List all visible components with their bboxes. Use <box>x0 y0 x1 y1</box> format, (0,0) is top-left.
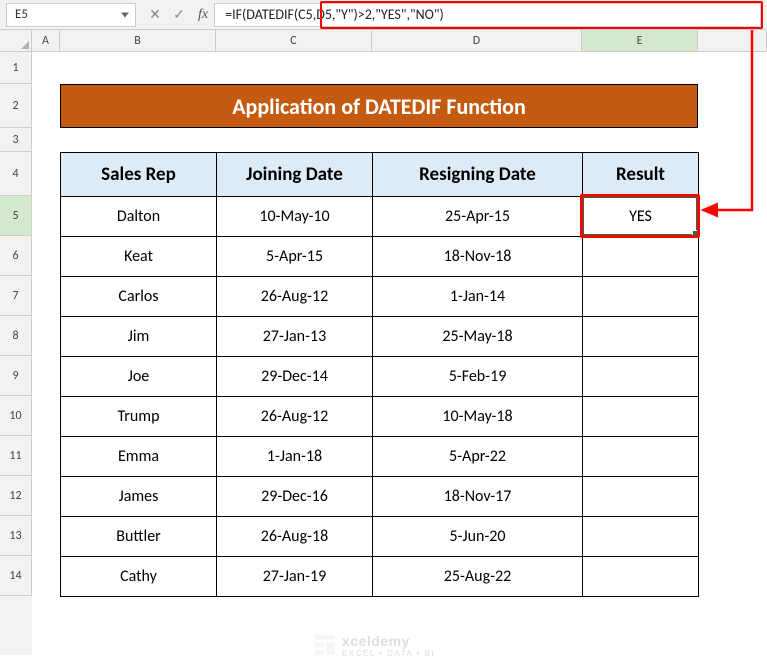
row-header-4[interactable]: 4 <box>0 152 32 196</box>
formula-bar-controls: ✕ ✓ <box>146 6 188 23</box>
row-header-8[interactable]: 8 <box>0 316 32 356</box>
cell-resign[interactable]: 18-Nov-18 <box>373 237 583 277</box>
select-all-corner[interactable] <box>0 30 32 52</box>
table-row: Dalton10-May-1025-Apr-15YES <box>61 197 699 237</box>
row-header-12[interactable]: 12 <box>0 476 32 516</box>
cell-rep[interactable]: Joe <box>61 357 217 397</box>
cell-result[interactable] <box>583 317 699 357</box>
cell-resign[interactable]: 1-Jan-14 <box>373 277 583 317</box>
cell-rep[interactable]: Trump <box>61 397 217 437</box>
row-header-6[interactable]: 6 <box>0 236 32 276</box>
table-row: Keat5-Apr-1518-Nov-18 <box>61 237 699 277</box>
cell-result[interactable] <box>583 437 699 477</box>
table-row: Cathy27-Jan-1925-Aug-22 <box>61 557 699 597</box>
cell-result[interactable] <box>583 557 699 597</box>
table-row: Joe29-Dec-145-Feb-19 <box>61 357 699 397</box>
watermark: xceldemy EXCEL • DATA • BI <box>312 632 435 658</box>
header-result[interactable]: Result <box>583 153 699 197</box>
cell-join[interactable]: 29-Dec-14 <box>217 357 373 397</box>
cell-rep[interactable]: Keat <box>61 237 217 277</box>
column-headers: A B C D E <box>0 30 767 52</box>
formula-text: =IF(DATEDIF(C5,D5,"Y")>2,"YES","NO") <box>225 6 444 23</box>
cell-rep[interactable]: Buttler <box>61 517 217 557</box>
cell-resign[interactable]: 25-Apr-15 <box>373 197 583 237</box>
fx-icon[interactable]: fx <box>198 7 208 23</box>
cell-rep[interactable]: Cathy <box>61 557 217 597</box>
cell-rep[interactable]: Dalton <box>61 197 217 237</box>
cell-join[interactable]: 10-May-10 <box>217 197 373 237</box>
cell-join[interactable]: 27-Jan-19 <box>217 557 373 597</box>
row-header-1[interactable]: 1 <box>0 52 32 84</box>
cell-rep[interactable]: Jim <box>61 317 217 357</box>
cell-rep[interactable]: James <box>61 477 217 517</box>
row-header-9[interactable]: 9 <box>0 356 32 396</box>
cell-join[interactable]: 5-Apr-15 <box>217 237 373 277</box>
row-header-14[interactable]: 14 <box>0 556 32 596</box>
cell-result[interactable]: YES <box>583 197 699 237</box>
col-header-C[interactable]: C <box>216 30 372 52</box>
cell-join[interactable]: 26-Aug-12 <box>217 277 373 317</box>
data-table: Sales Rep Joining Date Resigning Date Re… <box>60 152 699 597</box>
table-row: Jim27-Jan-1325-May-18 <box>61 317 699 357</box>
cell-join[interactable]: 26-Aug-18 <box>217 517 373 557</box>
cell-result[interactable] <box>583 277 699 317</box>
row-header-5[interactable]: 5 <box>0 196 32 236</box>
header-resigning-date[interactable]: Resigning Date <box>373 153 583 197</box>
title-banner: Application of DATEDIF Function <box>60 84 698 128</box>
row-header-7[interactable]: 7 <box>0 276 32 316</box>
cell-result[interactable] <box>583 397 699 437</box>
name-box[interactable]: E5 <box>6 3 136 27</box>
watermark-tagline: EXCEL • DATA • BI <box>342 649 435 658</box>
cell-result[interactable] <box>583 237 699 277</box>
table-row: James29-Dec-1618-Nov-17 <box>61 477 699 517</box>
row-header-3[interactable]: 3 <box>0 128 32 152</box>
col-header-B[interactable]: B <box>60 30 216 52</box>
cell-join[interactable]: 27-Jan-13 <box>217 317 373 357</box>
cell-join[interactable]: 1-Jan-18 <box>217 437 373 477</box>
col-header-A[interactable]: A <box>32 30 60 52</box>
name-box-value: E5 <box>15 7 28 22</box>
col-header-D[interactable]: D <box>372 30 582 52</box>
cell-result[interactable] <box>583 517 699 557</box>
table-row: Buttler26-Aug-185-Jun-20 <box>61 517 699 557</box>
table-row: Emma1-Jan-185-Apr-22 <box>61 437 699 477</box>
table-header-row: Sales Rep Joining Date Resigning Date Re… <box>61 153 699 197</box>
watermark-brand: xceldemy <box>342 633 410 649</box>
header-joining-date[interactable]: Joining Date <box>217 153 373 197</box>
cell-resign[interactable]: 18-Nov-17 <box>373 477 583 517</box>
cell-grid[interactable]: Application of DATEDIF Function Sales Re… <box>32 52 767 655</box>
cell-resign[interactable]: 25-May-18 <box>373 317 583 357</box>
cell-resign[interactable]: 25-Aug-22 <box>373 557 583 597</box>
row-header-11[interactable]: 11 <box>0 436 32 476</box>
header-sales-rep[interactable]: Sales Rep <box>61 153 217 197</box>
cell-resign[interactable]: 5-Jun-20 <box>373 517 583 557</box>
cell-join[interactable]: 29-Dec-16 <box>217 477 373 517</box>
cancel-icon[interactable]: ✕ <box>146 6 164 23</box>
row-header-2[interactable]: 2 <box>0 84 32 128</box>
col-header-blank[interactable] <box>698 30 767 52</box>
cell-result[interactable] <box>583 477 699 517</box>
cell-rep[interactable]: Carlos <box>61 277 217 317</box>
cell-resign[interactable]: 5-Apr-22 <box>373 437 583 477</box>
row-header-10[interactable]: 10 <box>0 396 32 436</box>
row-headers: 1 2 3 4 5 6 7 8 9 10 11 12 13 14 <box>0 52 32 655</box>
title-text: Application of DATEDIF Function <box>232 93 526 120</box>
cell-join[interactable]: 26-Aug-12 <box>217 397 373 437</box>
cell-result[interactable] <box>583 357 699 397</box>
col-header-E[interactable]: E <box>582 30 698 52</box>
confirm-icon[interactable]: ✓ <box>170 6 188 23</box>
table-row: Trump26-Aug-1210-May-18 <box>61 397 699 437</box>
cell-resign[interactable]: 5-Feb-19 <box>373 357 583 397</box>
watermark-icon <box>312 632 338 658</box>
row-header-13[interactable]: 13 <box>0 516 32 556</box>
cell-rep[interactable]: Emma <box>61 437 217 477</box>
table-row: Carlos26-Aug-121-Jan-14 <box>61 277 699 317</box>
formula-bar: E5 ✕ ✓ fx =IF(DATEDIF(C5,D5,"Y")>2,"YES"… <box>0 0 767 30</box>
cell-resign[interactable]: 10-May-18 <box>373 397 583 437</box>
formula-input[interactable]: =IF(DATEDIF(C5,D5,"Y")>2,"YES","NO") <box>214 3 761 27</box>
